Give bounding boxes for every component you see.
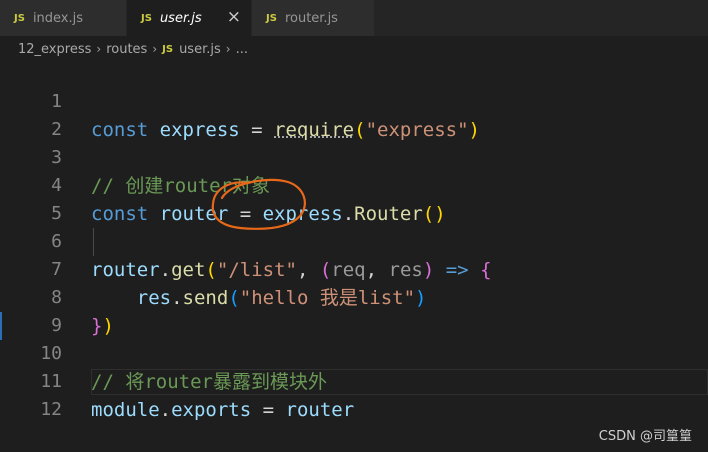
- code-line: 8 }): [0, 256, 708, 337]
- code-line: 5: [0, 172, 708, 224]
- code-line: 3 // 创建router对象: [0, 116, 708, 197]
- javascript-file-icon: JS: [141, 12, 152, 24]
- breadcrumb-separator: ›: [225, 42, 231, 56]
- tab-label: user.js: [159, 10, 202, 26]
- breadcrumb-folder-routes[interactable]: routes: [106, 42, 147, 57]
- tab-router-js[interactable]: JS router.js: [252, 0, 374, 36]
- breadcrumb-separator: ›: [152, 42, 158, 56]
- javascript-file-icon: JS: [266, 12, 277, 24]
- code-line: 4 const router = express.Router(): [0, 144, 708, 225]
- breadcrumb: 12_express › routes › JS user.js › ...: [18, 38, 248, 60]
- code-line: 12: [0, 368, 708, 420]
- code-editor[interactable]: 1 const express = require("express") 2 3…: [0, 60, 708, 452]
- code-line: 10 // 将router暴露到模块外: [0, 312, 708, 393]
- close-icon[interactable]: ×: [227, 8, 241, 26]
- breadcrumb-more[interactable]: ...: [236, 42, 248, 57]
- code-line: 1 const express = require("express"): [0, 60, 708, 141]
- javascript-file-icon: JS: [14, 12, 25, 24]
- tab-bar: JS index.js JS user.js × JS router.js: [0, 0, 708, 36]
- tab-label: index.js: [32, 10, 84, 26]
- breadcrumb-folder-12-express[interactable]: 12_express: [18, 42, 91, 57]
- breadcrumb-file[interactable]: user.js: [179, 42, 221, 57]
- code-line: 7 res.send("hello 我是list"): [0, 228, 708, 309]
- tab-index-js[interactable]: JS index.js: [0, 0, 126, 36]
- code-line: 9: [0, 284, 708, 336]
- code-line: 2: [0, 88, 708, 140]
- tab-user-js[interactable]: JS user.js ×: [127, 0, 251, 36]
- gutter-marker: [0, 312, 2, 340]
- code-line: 11 module.exports = router: [0, 340, 708, 421]
- code-line: 6 router.get("/list", (req, res) => {: [0, 200, 708, 281]
- line-number: 12: [40, 399, 62, 420]
- watermark: CSDN @司篁篁: [598, 429, 692, 444]
- javascript-file-icon: JS: [162, 43, 174, 55]
- breadcrumb-separator: ›: [96, 42, 102, 56]
- line-code[interactable]: module.exports = router: [91, 396, 354, 424]
- tab-label: router.js: [284, 10, 338, 26]
